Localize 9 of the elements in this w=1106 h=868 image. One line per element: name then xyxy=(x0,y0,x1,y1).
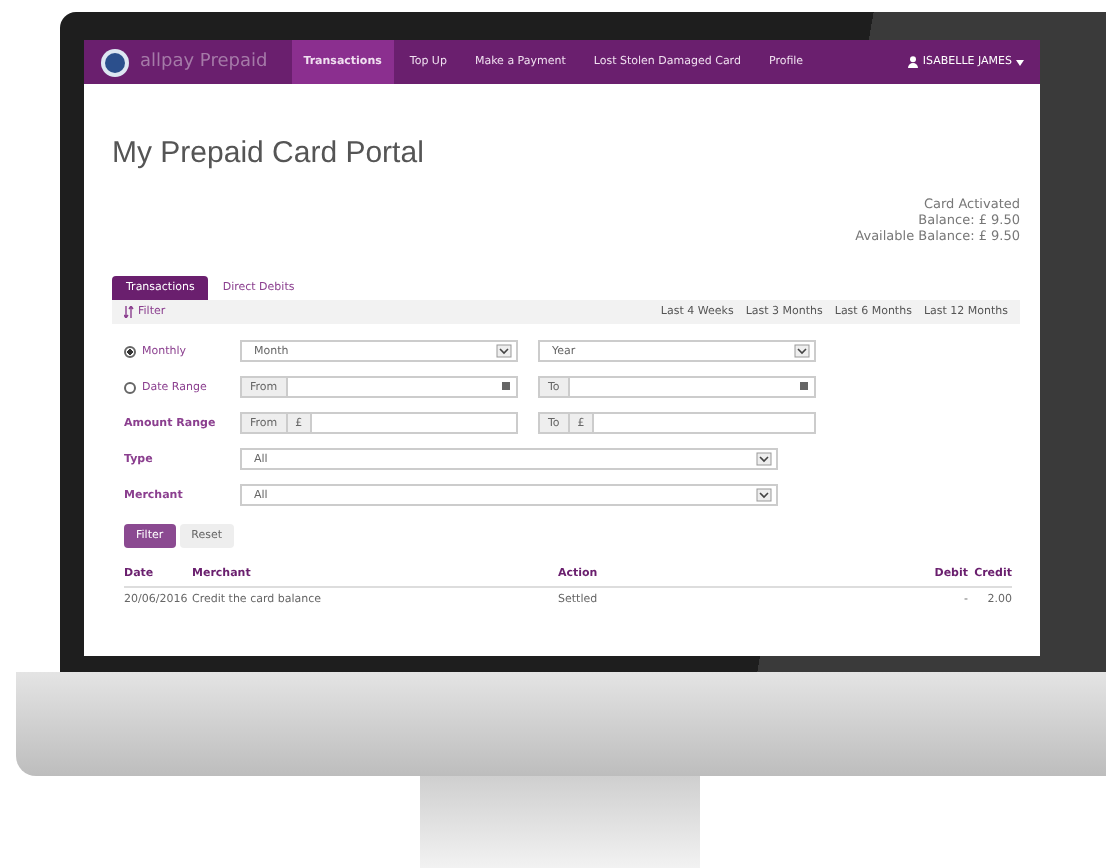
logo-icon xyxy=(100,47,130,77)
caret-icon xyxy=(794,344,810,359)
sort-icon xyxy=(124,306,134,319)
caret-icon xyxy=(496,344,512,359)
caret-icon xyxy=(756,452,772,467)
user-icon xyxy=(908,56,919,68)
page-title: My Prepaid Card Portal xyxy=(112,136,426,170)
caret-icon xyxy=(1016,59,1024,65)
caret-icon xyxy=(756,488,772,503)
